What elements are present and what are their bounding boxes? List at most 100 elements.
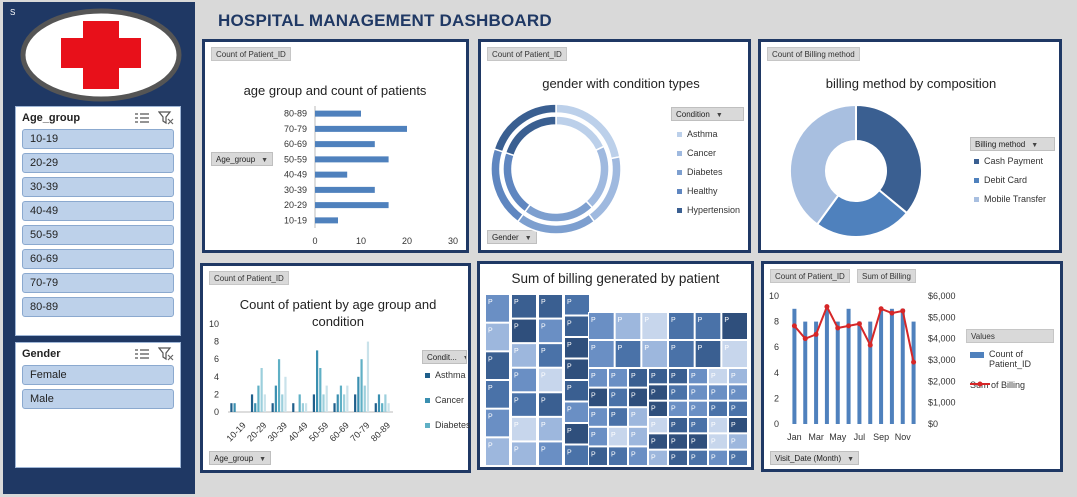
slicer-item[interactable]: 60-69 xyxy=(22,249,174,269)
line-point xyxy=(846,323,852,329)
tile-label: P xyxy=(567,342,572,349)
legend-item: Diabetes xyxy=(677,167,723,177)
tile-label: P xyxy=(611,412,616,419)
tick-label: 10 xyxy=(769,291,779,301)
tile-label: P xyxy=(724,345,729,352)
tile-label: P xyxy=(591,412,596,419)
billing-line xyxy=(793,304,915,363)
bar xyxy=(889,308,894,424)
bar xyxy=(900,308,905,424)
tile-label: P xyxy=(671,373,676,380)
tile-label: P xyxy=(514,397,519,404)
bar xyxy=(384,394,387,412)
bar xyxy=(284,376,287,412)
multi-select-icon[interactable] xyxy=(134,347,150,361)
slicer-item[interactable]: Female xyxy=(22,365,174,385)
tile-label: P xyxy=(514,446,519,453)
tile-label: P xyxy=(591,393,596,400)
tick-label: 2 xyxy=(214,389,219,399)
legend-swatch xyxy=(974,196,979,202)
tile-label: P xyxy=(591,373,596,380)
legend-swatch xyxy=(425,372,430,378)
legend-label: Debit Card xyxy=(984,175,1028,185)
sidebar: S Age_group 10-19 20-29 30-39 40-49 50-59 60-… xyxy=(3,2,195,494)
age-condition-panel: Count of Patient_ID Count of patient by … xyxy=(200,263,471,473)
tick-label: 50-59 xyxy=(284,154,307,164)
bar xyxy=(339,385,343,412)
bar xyxy=(911,321,916,424)
tick-label: Mar xyxy=(808,432,824,442)
tick-label: 10-19 xyxy=(225,420,248,443)
tick-label: 10 xyxy=(356,236,366,246)
tick-label: $6,000 xyxy=(928,291,956,301)
tile-label: P xyxy=(591,317,596,324)
tick-label: 80-89 xyxy=(369,420,392,443)
legend-label: Count of Patient_ID xyxy=(988,349,1032,369)
slicer-item[interactable]: 50-59 xyxy=(22,225,174,245)
tile-label: P xyxy=(611,393,616,400)
slicer-item[interactable]: 30-39 xyxy=(22,177,174,197)
clear-filter-icon[interactable] xyxy=(158,347,174,361)
tick-label: 8 xyxy=(214,337,219,347)
bar xyxy=(315,171,348,178)
slicer-item[interactable]: 10-19 xyxy=(22,129,174,149)
tile-label: P xyxy=(541,422,546,429)
slicer-item[interactable]: 40-49 xyxy=(22,201,174,221)
tick-label: Jan xyxy=(787,432,802,442)
line-point xyxy=(835,325,841,331)
line-point xyxy=(856,321,862,327)
legend-item: Cash Payment xyxy=(974,156,1043,166)
line-point xyxy=(813,331,819,337)
gender-slicer: Gender Female Male xyxy=(15,342,181,468)
tile-label: P xyxy=(691,422,696,429)
legend-item: Mobile Transfer xyxy=(974,194,1046,204)
tile-label: P xyxy=(731,438,736,445)
tile-label: P xyxy=(591,451,596,458)
age-group-slicer-title: Age_group xyxy=(22,112,81,124)
line-point xyxy=(867,342,873,348)
slicer-item[interactable]: 70-79 xyxy=(22,273,174,293)
bar xyxy=(315,202,389,209)
visits-billing-panel: Count of Patient_ID Sum of Billing Value… xyxy=(761,261,1063,472)
tile-label: P xyxy=(698,317,703,324)
gender-items: Female Male xyxy=(16,365,180,409)
billing-patient-treemap: P P P P P P P P P P P P P P P P P P P P P P P P P P P P P P P P P P P P P P P P… xyxy=(485,294,748,467)
legend-label: Diabetes xyxy=(435,420,471,430)
bar xyxy=(387,403,390,412)
slicer-item[interactable]: 20-29 xyxy=(22,153,174,173)
tile-label: P xyxy=(514,299,519,306)
tile-label: P xyxy=(671,422,676,429)
slicer-item[interactable]: Male xyxy=(22,389,174,409)
bar xyxy=(824,308,829,424)
tick-label: 4 xyxy=(774,368,779,378)
tick-label: 20 xyxy=(402,236,412,246)
bar xyxy=(363,385,366,412)
multi-select-icon[interactable] xyxy=(134,111,150,125)
tile-label: P xyxy=(591,432,596,439)
slicer-item[interactable]: 80-89 xyxy=(22,297,174,317)
tile-label: P xyxy=(611,432,616,439)
tile-label: P xyxy=(731,373,736,380)
bar xyxy=(381,403,384,412)
tile-label: P xyxy=(631,412,636,419)
tile-label: P xyxy=(631,432,636,439)
tick-label: 6 xyxy=(774,342,779,352)
clear-filter-icon[interactable] xyxy=(158,111,174,125)
bar xyxy=(260,368,263,412)
bar xyxy=(360,359,363,412)
age-count-bar-chart: 10-19 20-29 30-39 40-49 50-59 60-69 70-79 80-89… xyxy=(284,106,458,246)
line-point xyxy=(889,310,895,316)
tick-label: $3,000 xyxy=(928,355,956,365)
tile-label: P xyxy=(671,389,676,396)
bar xyxy=(879,308,884,424)
tile-label: P xyxy=(731,406,736,413)
bar xyxy=(377,394,381,412)
legend-label: Cancer xyxy=(687,148,717,158)
tile-label: P xyxy=(488,356,493,363)
tick-label: 30-39 xyxy=(284,185,307,195)
bar xyxy=(254,403,257,412)
tile-label: P xyxy=(691,438,696,445)
line-point xyxy=(824,304,830,310)
billing-method-donut xyxy=(789,103,923,238)
tick-label: $4,000 xyxy=(928,334,956,344)
